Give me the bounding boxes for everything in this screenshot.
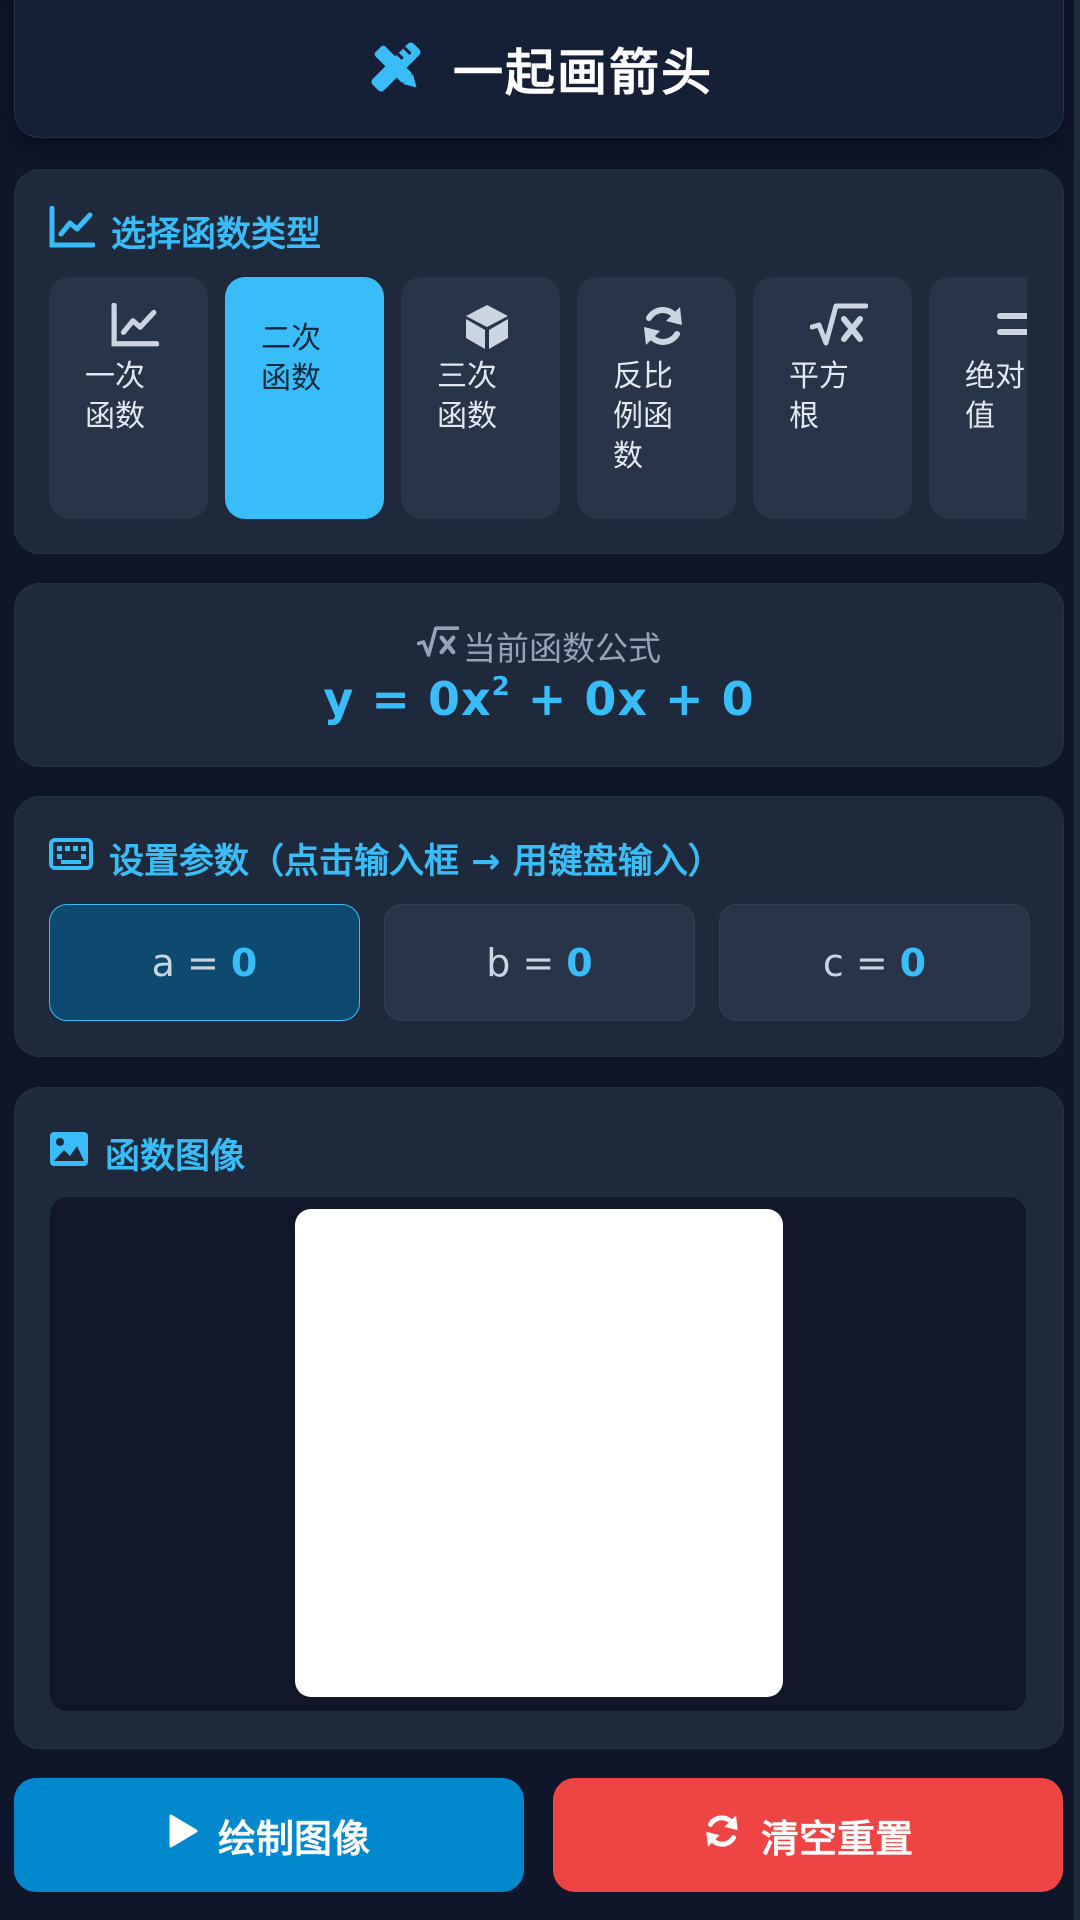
keyboard-icon [49, 838, 93, 879]
refresh-icon [613, 303, 712, 351]
refresh-icon [703, 1812, 741, 1859]
draw-label: 绘制图像 [217, 1816, 370, 1861]
param-a-input[interactable]: a = 0 [49, 904, 360, 1021]
function-type-title: 选择函数类型 [111, 215, 322, 255]
formula-exponent: 2 [491, 672, 511, 702]
scrollbar[interactable] [1074, 0, 1080, 1920]
type-linear-button[interactable]: 一次函数 [49, 277, 208, 519]
app-page: 一起画箭头 选择函数类型 一次函数 二次函数 三次函数 反比例函数 平方根 绝对… [0, 0, 1080, 1920]
type-cubic-button[interactable]: 三次函数 [401, 277, 560, 519]
graph-canvas[interactable] [295, 1209, 783, 1697]
draw-button[interactable]: 绘制图像 [14, 1778, 524, 1892]
square-root-icon [789, 303, 888, 351]
type-label: 平方根 [789, 359, 849, 434]
formula-card: 当前函数公式 y = 0x2 + 0x + 0 [14, 583, 1064, 767]
image-icon [49, 1131, 89, 1176]
param-inputs: a = 0 b = 0 c = 0 [49, 904, 1030, 1021]
play-icon [168, 1813, 198, 1857]
type-label: 三次函数 [437, 359, 497, 434]
function-type-list: 一次函数 二次函数 三次函数 反比例函数 平方根 绝对值 [49, 277, 1027, 519]
app-title: 一起画箭头 [453, 44, 713, 102]
reset-button[interactable]: 清空重置 [553, 1778, 1063, 1892]
params-card: 设置参数（点击输入框 → 用键盘输入） a = 0 b = 0 c = 0 [14, 796, 1064, 1057]
graph-frame [49, 1196, 1027, 1712]
formula-heading: 当前函数公式 [15, 622, 1063, 670]
cube-icon [437, 303, 536, 351]
type-label: 二次函数 [261, 321, 321, 396]
params-title: 设置参数（点击输入框 → 用键盘输入） [109, 842, 723, 882]
param-value: 0 [566, 940, 593, 985]
graph-title: 函数图像 [105, 1137, 246, 1177]
graph-card: 函数图像 [14, 1087, 1064, 1749]
type-label: 一次函数 [85, 359, 145, 434]
type-quadratic-button[interactable]: 二次函数 [225, 277, 384, 519]
type-sqrt-button[interactable]: 平方根 [753, 277, 912, 519]
param-name: c = [822, 940, 888, 985]
line-chart-icon [85, 303, 184, 351]
line-chart-icon [49, 205, 96, 257]
action-bar: 绘制图像 清空重置 [14, 1778, 1063, 1892]
type-inverse-button[interactable]: 反比例函数 [577, 277, 736, 519]
equals-icon [965, 303, 1027, 351]
pencil-ruler-icon [365, 36, 427, 102]
formula-display: y = 0x2 + 0x + 0 [15, 672, 1063, 726]
formula-label: 当前函数公式 [463, 629, 661, 668]
function-type-heading: 选择函数类型 [49, 205, 322, 257]
param-b-input[interactable]: b = 0 [384, 904, 695, 1021]
function-type-card: 选择函数类型 一次函数 二次函数 三次函数 反比例函数 平方根 绝对值 [14, 169, 1064, 554]
type-abs-button[interactable]: 绝对值 [929, 277, 1027, 519]
param-value: 0 [230, 940, 258, 985]
square-root-icon [416, 626, 460, 666]
app-header: 一起画箭头 [14, 0, 1064, 138]
type-label: 绝对值 [965, 359, 1025, 434]
formula-prefix: y = 0x [323, 672, 492, 726]
formula-suffix: + 0x + 0 [510, 672, 755, 726]
param-c-input[interactable]: c = 0 [719, 904, 1030, 1021]
type-label: 反比例函数 [613, 359, 673, 474]
params-heading: 设置参数（点击输入框 → 用键盘输入） [49, 833, 723, 884]
reset-label: 清空重置 [760, 1816, 913, 1861]
param-name: b = [486, 940, 555, 985]
param-name: a = [151, 940, 219, 985]
graph-heading: 函数图像 [49, 1128, 245, 1179]
param-value: 0 [899, 940, 927, 985]
